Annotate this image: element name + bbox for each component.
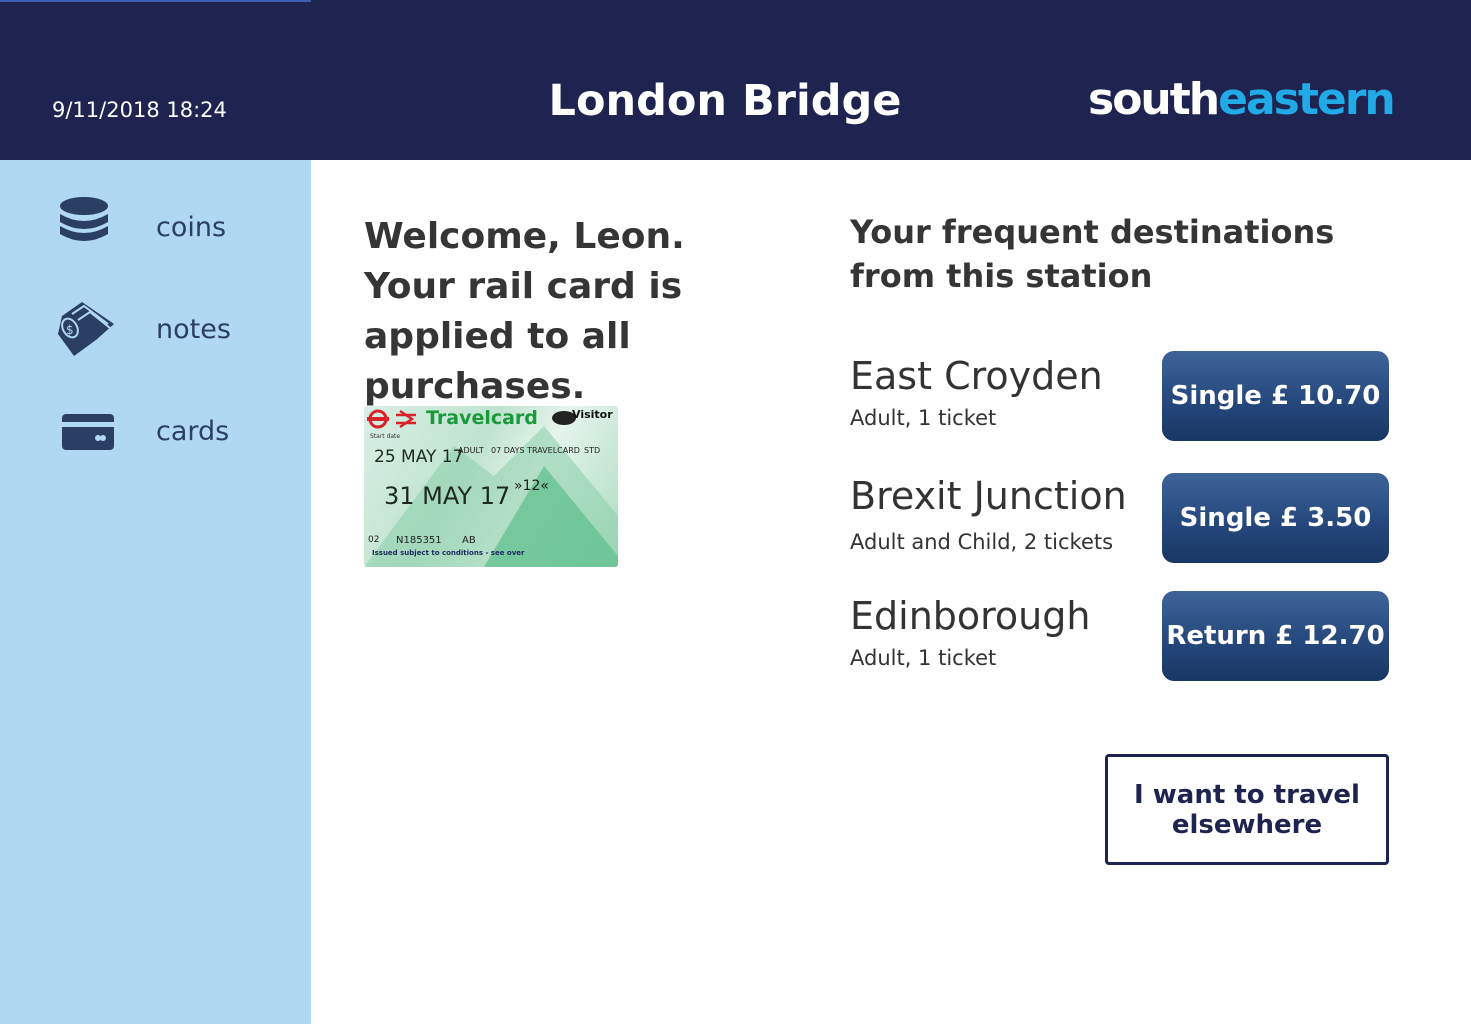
railcard-footer: Issued subject to conditions - see over <box>372 549 525 557</box>
travel-elsewhere-button[interactable]: I want to travel elsewhere <box>1105 754 1389 865</box>
railcard-expiry-date: 31 MAY 17 <box>384 482 511 510</box>
destination-item: Edinborough Adult, 1 ticket <box>850 594 1150 670</box>
railcard-start-label: Start date <box>370 433 401 440</box>
welcome-message: Welcome, Leon. Your rail card is applied… <box>364 216 685 407</box>
destination-name: Edinborough <box>850 594 1091 638</box>
payment-option-label: notes <box>156 314 231 345</box>
railcard-number: 02 <box>368 535 380 545</box>
railcard-image: Travelcard Visitor Start date 25 MAY 17 … <box>364 406 618 567</box>
railcard-code: AB <box>462 535 476 546</box>
payment-option-notes[interactable]: $ notes <box>52 294 292 364</box>
destination-name: Brexit Junction <box>850 474 1127 518</box>
destination-details: Adult, 1 ticket <box>850 646 997 670</box>
datetime: 9/11/2018 18:24 <box>52 98 227 122</box>
destination-details: Adult and Child, 2 tickets <box>850 530 1114 554</box>
buy-ticket-button[interactable]: Single £ 10.70 <box>1162 351 1389 441</box>
brand-logo-part1: south <box>1088 74 1220 125</box>
railcard-start-date: 25 MAY 17 <box>374 447 464 467</box>
banknotes-icon: $ <box>52 294 118 364</box>
payment-sidebar: coins $ notes cards <box>0 160 311 1024</box>
station-name: London Bridge <box>548 76 902 126</box>
brand-logo: southeastern <box>1088 74 1396 125</box>
railcard-status: ADULT <box>458 446 484 455</box>
destination-item: East Croyden Adult, 1 ticket <box>850 354 1150 430</box>
destination-details: Adult, 1 ticket <box>850 406 997 430</box>
payment-option-label: cards <box>156 416 230 447</box>
railcard-ticket-type: 07 DAYS TRAVELCARD <box>491 446 580 455</box>
payment-option-cards[interactable]: cards <box>52 396 292 466</box>
railcard-zones: »12« <box>514 478 549 494</box>
buy-ticket-button[interactable]: Single £ 3.50 <box>1162 473 1389 563</box>
railcard-code-value: N185351 <box>396 535 442 546</box>
credit-card-icon <box>52 396 118 466</box>
railcard-badge: Visitor <box>572 408 613 421</box>
svg-text:$: $ <box>66 323 74 337</box>
payment-option-label: coins <box>156 212 227 243</box>
brand-logo-part2: eastern <box>1218 74 1396 125</box>
destination-item: Brexit Junction Adult and Child, 2 ticke… <box>850 474 1150 554</box>
payment-option-coins[interactable]: coins <box>52 192 292 262</box>
buy-ticket-button[interactable]: Return £ 12.70 <box>1162 591 1389 681</box>
destination-name: East Croyden <box>850 354 1103 398</box>
railcard-class: STD <box>584 446 601 455</box>
header-bar: 9/11/2018 18:24 London Bridge southeaste… <box>0 0 1471 160</box>
coins-icon <box>52 192 118 262</box>
frequent-destinations-title: Your frequent destinations from this sta… <box>850 213 1335 295</box>
header-accent-strip <box>0 0 311 2</box>
railcard-title: Travelcard <box>426 407 538 429</box>
